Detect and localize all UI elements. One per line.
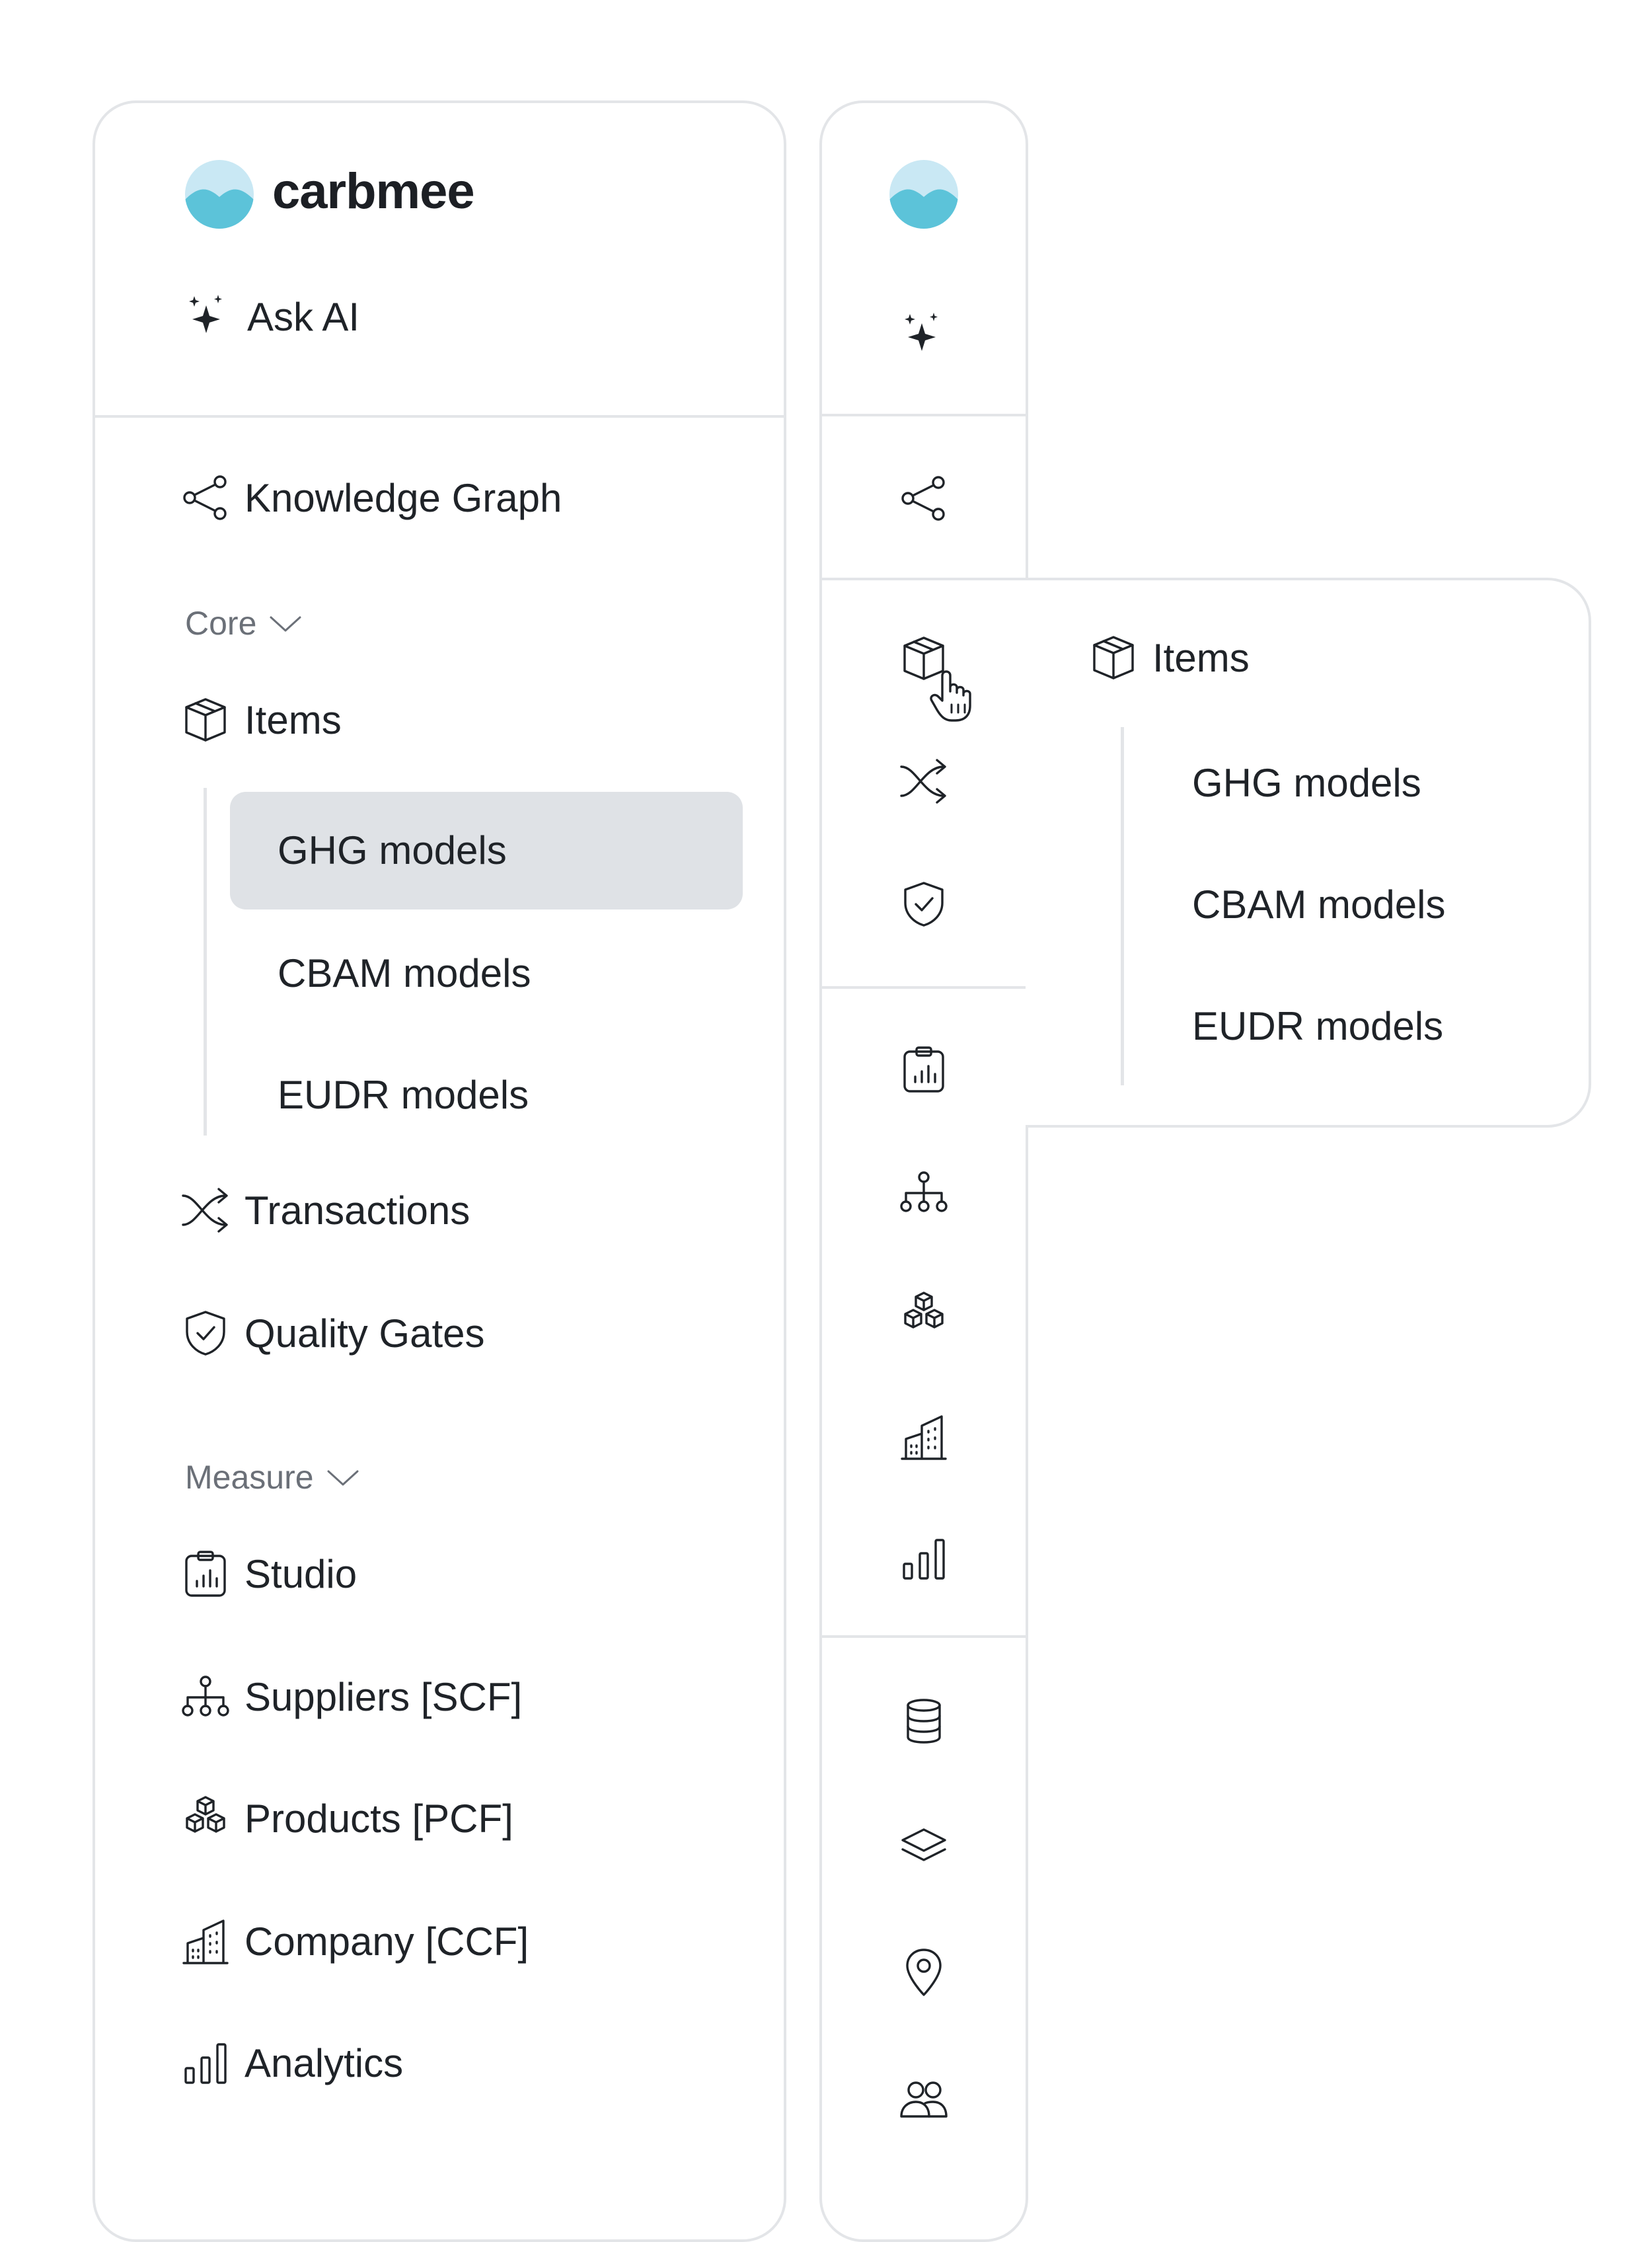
sidebar-item-products[interactable]: Products [PCF] [180,1793,513,1844]
chevron-down-icon [327,1470,359,1486]
expanded-sidebar-content: Knowledge Graph Core Items GHG models CB… [93,100,786,2155]
sidebar-item-company[interactable]: Company [CCF] [180,1915,529,1967]
chevron-down-icon [270,616,301,632]
rail-users[interactable] [897,2073,950,2126]
hand-pointer-cursor [930,670,971,722]
database-icon [907,1699,941,1744]
flyout-item-cbam[interactable]: CBAM models [1192,882,1445,927]
flyout-title[interactable]: Items [1088,632,1250,683]
shuffle-icon [900,759,946,804]
location-pin-icon [906,1949,942,1996]
rail-transactions[interactable] [897,755,950,808]
transactions-label: Transactions [244,1188,470,1233]
section-core-label: Core [185,605,257,642]
bar-chart-icon [903,1539,945,1580]
items-tree-line [204,788,207,1136]
sidebar-item-analytics[interactable]: Analytics [180,2037,403,2089]
rail-products[interactable] [897,1288,950,1340]
sidebar-item-quality-gates[interactable]: Quality Gates [180,1307,485,1359]
sidebar-item-suppliers[interactable]: Suppliers [SCF] [180,1671,522,1722]
hierarchy-icon [900,1171,948,1212]
rail-layers[interactable] [897,1820,950,1873]
rail-divider-2 [822,578,1026,580]
rail-location[interactable] [897,1946,950,1999]
cube-icon [1088,632,1139,683]
share-icon [901,476,945,521]
carbmee-logo[interactable] [889,160,958,229]
rail-divider-1 [822,414,1026,416]
products-label: Products [PCF] [244,1796,513,1841]
hierarchy-icon [180,1671,231,1722]
studio-label: Studio [244,1551,357,1596]
collapsed-rail [819,100,1028,2242]
cubes-icon [904,1292,944,1329]
sidebar-item-items[interactable]: Items [180,694,342,746]
items-flyout: Items GHG models CBAM models EUDR models [1026,578,1591,1128]
sidebar-item-transactions[interactable]: Transactions [180,1184,470,1236]
section-measure-label: Measure [185,1459,314,1496]
rail-divider-3 [822,986,1026,989]
cube-icon [180,694,231,746]
rail-quality-gates[interactable] [897,878,950,931]
rail-studio[interactable] [897,1043,950,1096]
clipboard-chart-icon [903,1046,944,1093]
shield-check-icon [904,882,944,927]
sparkles-icon [905,313,938,351]
buildings-icon [901,1415,947,1460]
rail-suppliers[interactable] [897,1166,950,1219]
rail-divider-4 [822,1635,1026,1638]
cubes-icon [180,1793,231,1844]
suppliers-label: Suppliers [SCF] [244,1674,523,1719]
clipboard-chart-icon [180,1548,231,1600]
layers-icon [901,1828,946,1861]
section-measure[interactable]: Measure [185,1458,360,1496]
shuffle-icon [180,1184,231,1236]
bar-chart-icon [180,2037,231,2089]
sidebar-item-knowledge-graph[interactable]: Knowledge Graph [180,472,562,523]
rail-ask-ai-button[interactable] [897,308,950,361]
shield-check-icon [180,1307,231,1359]
flyout-item-ghg[interactable]: GHG models [1192,760,1421,806]
flyout-tree-line [1121,727,1124,1085]
section-core[interactable]: Core [185,604,303,642]
flyout-title-label: Items [1152,635,1250,680]
rail-database[interactable] [897,1695,950,1748]
sidebar-subitem-cbam[interactable]: CBAM models [278,950,531,996]
knowledge-graph-label: Knowledge Graph [244,475,562,520]
items-label: Items [244,697,342,742]
share-icon [180,472,231,523]
sidebar-subitem-eudr[interactable]: EUDR models [278,1072,529,1118]
users-icon [900,2081,948,2118]
quality-gates-label: Quality Gates [244,1311,485,1356]
buildings-icon [180,1915,231,1967]
sidebar-item-studio[interactable]: Studio [180,1548,357,1600]
rail-knowledge-graph[interactable] [897,472,950,525]
sidebar-subitem-ghg[interactable]: GHG models [278,828,507,873]
company-label: Company [CCF] [244,1919,529,1964]
rail-analytics[interactable] [897,1532,950,1585]
analytics-label: Analytics [244,2040,404,2085]
rail-company[interactable] [897,1411,950,1463]
flyout-item-eudr[interactable]: EUDR models [1192,1003,1443,1049]
